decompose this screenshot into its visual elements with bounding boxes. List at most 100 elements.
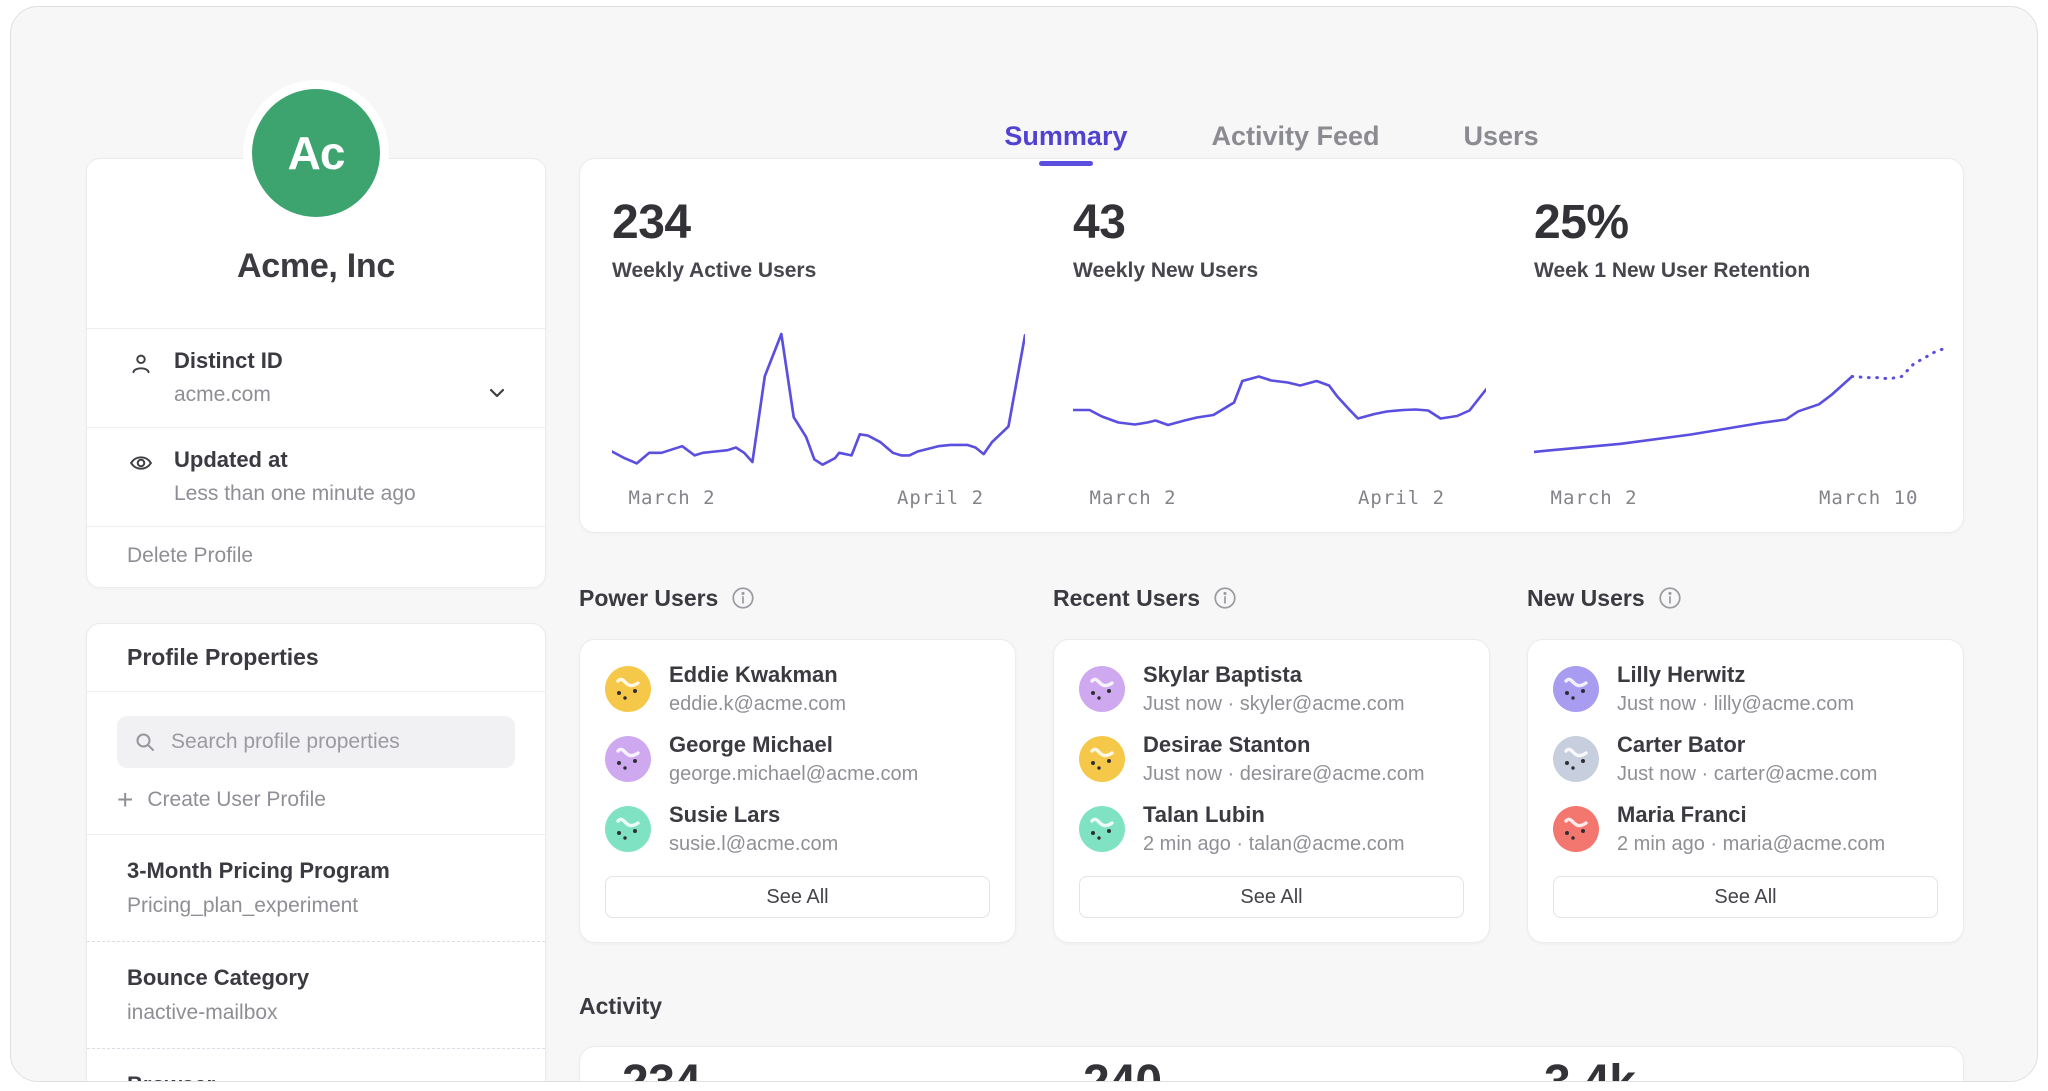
distinct-id-row: Distinct ID acme.com (87, 328, 545, 427)
property-row[interactable]: Bounce Category inactive-mailbox (87, 941, 545, 1048)
user-row[interactable]: Skylar Baptista Just now · skyler@acme.c… (1079, 662, 1464, 716)
user-row[interactable]: Carter Bator Just now · carter@acme.com (1553, 732, 1938, 786)
user-name: George Michael (669, 732, 918, 758)
activity-stat-value: 3.4k (1544, 1059, 1947, 1082)
user-row[interactable]: Maria Franci 2 min ago · maria@acme.com (1553, 802, 1938, 856)
profile-tabs: Summary Activity Feed Users (579, 121, 1964, 152)
activity-stats-card: 234 240 3.4k (579, 1046, 1964, 1082)
main-content: Summary Activity Feed Users 234 Weekly A… (579, 7, 1964, 1081)
property-value: Pricing_plan_experiment (127, 894, 505, 918)
new-users-card: Lilly Herwitz Just now · lilly@acme.com … (1527, 639, 1964, 943)
chevron-down-icon[interactable] (485, 381, 509, 410)
recent-users-section: Recent Users Skylar Baptista (1053, 583, 1490, 943)
property-name: Browser (127, 1072, 505, 1082)
user-avatar (1079, 806, 1125, 852)
property-name: Bounce Category (127, 965, 505, 991)
user-name: Desirae Stanton (1143, 732, 1425, 758)
user-row[interactable]: Lilly Herwitz Just now · lilly@acme.com (1553, 662, 1938, 716)
user-avatar (1553, 806, 1599, 852)
activity-stat-value: 240 (1083, 1059, 1486, 1082)
x-axis-label: April 2 (897, 487, 984, 509)
info-icon[interactable] (1212, 585, 1238, 611)
weekly-active-users-chart (612, 315, 1025, 475)
stat-label: Week 1 New User Retention (1534, 259, 1947, 283)
activity-stat-3: 3.4k (1502, 1059, 1963, 1082)
user-row[interactable]: Eddie Kwakman eddie.k@acme.com (605, 662, 990, 716)
property-row[interactable]: 3-Month Pricing Program Pricing_plan_exp… (87, 834, 545, 941)
stat-weekly-active-users: 234 Weekly Active Users March 2 April 2 (580, 199, 1041, 532)
property-row[interactable]: Browser Chrome (87, 1048, 545, 1082)
app-window: Ac Acme, Inc Distinct ID acme.com (10, 6, 2038, 1082)
tab-users[interactable]: Users (1464, 121, 1539, 152)
create-user-profile-button[interactable]: + Create User Profile (117, 788, 515, 812)
field-value: acme.com (174, 383, 283, 407)
info-icon[interactable] (730, 585, 756, 611)
delete-profile-button[interactable]: Delete Profile (127, 544, 253, 567)
recent-users-card: Skylar Baptista Just now · skyler@acme.c… (1053, 639, 1490, 943)
user-avatar (605, 736, 651, 782)
search-input[interactable] (169, 729, 499, 755)
activity-section-title: Activity (579, 993, 1964, 1020)
user-avatar (1079, 666, 1125, 712)
user-avatar (1079, 736, 1125, 782)
activity-stat-value: 234 (622, 1059, 1025, 1082)
profile-properties-search[interactable] (117, 716, 515, 768)
profile-summary-card: Acme, Inc Distinct ID acme.com (86, 158, 546, 588)
field-label: Distinct ID (174, 348, 283, 374)
section-title: Power Users (579, 585, 718, 612)
week1-retention-chart (1534, 315, 1947, 475)
summary-stats-card: 234 Weekly Active Users March 2 April 2 … (579, 158, 1964, 533)
stat-label: Weekly Active Users (612, 259, 1025, 283)
user-subtext: 2 min ago · maria@acme.com (1617, 833, 1885, 856)
user-row[interactable]: Desirae Stanton Just now · desirare@acme… (1079, 732, 1464, 786)
person-icon (127, 350, 157, 407)
field-value: Less than one minute ago (174, 482, 416, 506)
user-row[interactable]: Susie Lars susie.l@acme.com (605, 802, 990, 856)
x-axis-label: April 2 (1358, 487, 1445, 509)
x-axis-label: March 2 (629, 487, 716, 509)
user-lists-row: Power Users Eddie Kwakman (579, 583, 1964, 943)
user-avatar (605, 806, 651, 852)
search-icon (133, 730, 157, 754)
create-user-profile-label: Create User Profile (147, 788, 326, 812)
power-users-section: Power Users Eddie Kwakman (579, 583, 1016, 943)
user-avatar (1553, 736, 1599, 782)
x-axis-label: March 2 (1551, 487, 1638, 509)
user-name: Carter Bator (1617, 732, 1877, 758)
activity-stat-2: 240 (1041, 1059, 1502, 1082)
user-subtext: 2 min ago · talan@acme.com (1143, 833, 1405, 856)
see-all-button[interactable]: See All (1079, 876, 1464, 918)
user-row[interactable]: Talan Lubin 2 min ago · talan@acme.com (1079, 802, 1464, 856)
user-row[interactable]: George Michael george.michael@acme.com (605, 732, 990, 786)
profile-sidebar: Ac Acme, Inc Distinct ID acme.com (86, 7, 546, 1081)
user-avatar (605, 666, 651, 712)
section-title: Recent Users (1053, 585, 1200, 612)
section-title: New Users (1527, 585, 1645, 612)
stat-label: Weekly New Users (1073, 259, 1486, 283)
stat-week1-retention: 25% Week 1 New User Retention March 2 Ma… (1502, 199, 1963, 532)
activity-stat-1: 234 (580, 1059, 1041, 1082)
company-name: Acme, Inc (107, 247, 525, 286)
user-subtext: Just now · carter@acme.com (1617, 763, 1877, 786)
see-all-button[interactable]: See All (605, 876, 990, 918)
profile-properties-title: Profile Properties (87, 624, 545, 692)
power-users-card: Eddie Kwakman eddie.k@acme.com George Mi… (579, 639, 1016, 943)
user-subtext: eddie.k@acme.com (669, 693, 846, 716)
stat-weekly-new-users: 43 Weekly New Users March 2 April 2 (1041, 199, 1502, 532)
company-avatar-initials: Ac (288, 126, 345, 180)
user-subtext: susie.l@acme.com (669, 833, 838, 856)
stat-value: 234 (612, 199, 1025, 247)
x-axis-label: March 2 (1090, 487, 1177, 509)
user-subtext: george.michael@acme.com (669, 763, 918, 786)
stat-value: 43 (1073, 199, 1486, 247)
user-name: Skylar Baptista (1143, 662, 1404, 688)
info-icon[interactable] (1657, 585, 1683, 611)
user-subtext: Just now · lilly@acme.com (1617, 693, 1854, 716)
tab-summary[interactable]: Summary (1004, 121, 1127, 152)
property-value: inactive-mailbox (127, 1001, 505, 1025)
tab-activity-feed[interactable]: Activity Feed (1211, 121, 1379, 152)
plus-icon: + (117, 789, 133, 811)
company-avatar: Ac (252, 89, 380, 217)
see-all-button[interactable]: See All (1553, 876, 1938, 918)
user-name: Susie Lars (669, 802, 838, 828)
